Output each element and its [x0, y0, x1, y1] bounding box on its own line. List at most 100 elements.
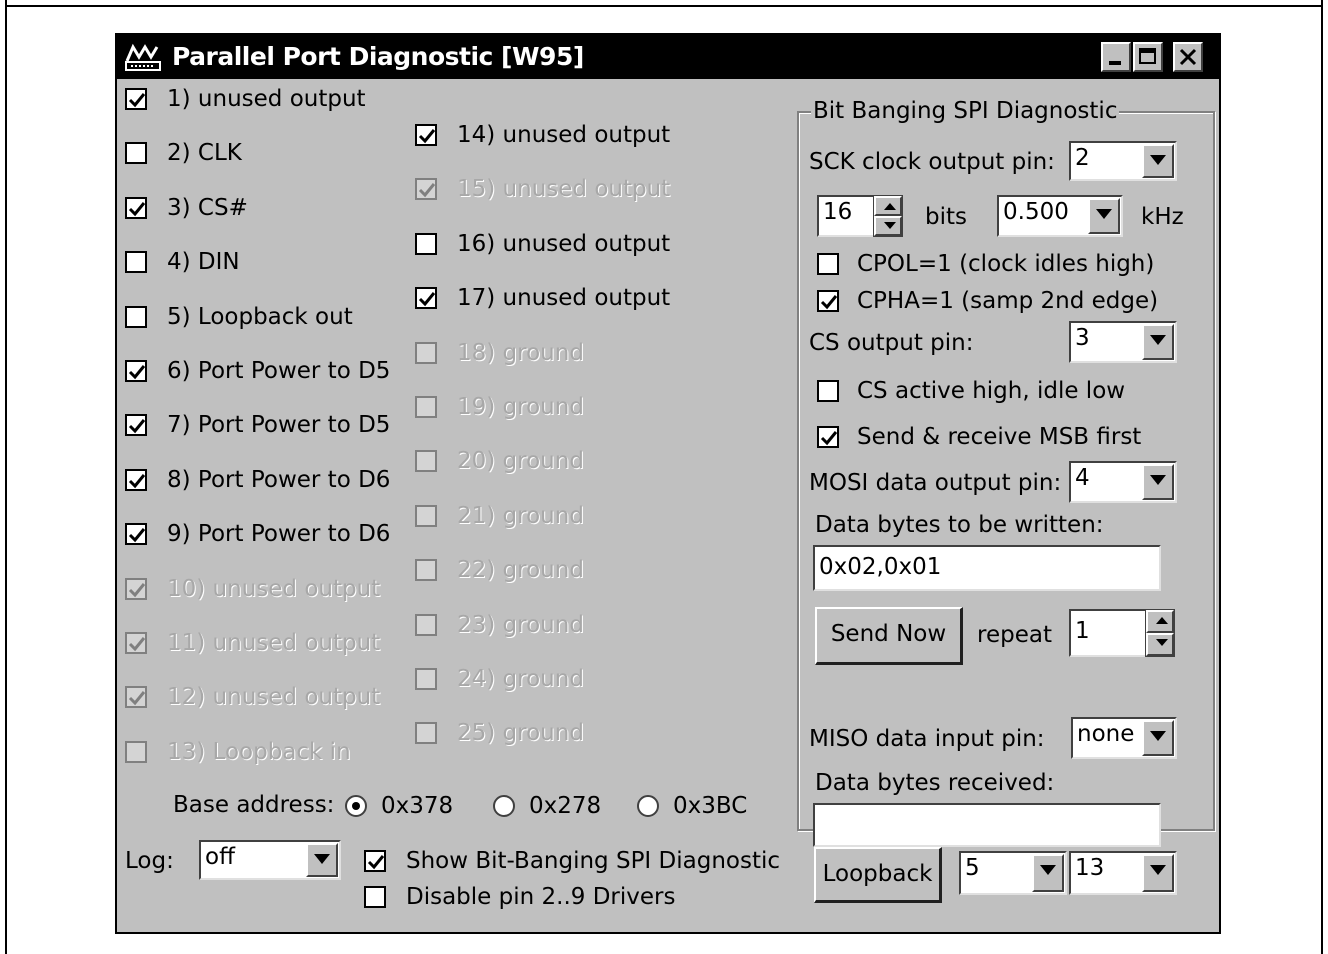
base-address-label: Base address:	[173, 792, 335, 818]
received-label: Data bytes received:	[815, 770, 1055, 796]
dropdown-button[interactable]	[1088, 198, 1120, 234]
title-bar[interactable]: Parallel Port Diagnostic [W95]	[117, 35, 1219, 79]
checkbox-box	[125, 632, 147, 654]
checkbox-box	[817, 426, 839, 448]
checkbox-box	[415, 287, 437, 310]
repeat-spinner[interactable]	[1145, 609, 1175, 657]
checkmark-icon	[128, 582, 146, 597]
checkbox-box	[125, 88, 147, 110]
close-icon	[1179, 48, 1197, 66]
checkmark-icon	[820, 431, 838, 446]
spi-diagnostic-group: Bit Banging SPI Diagnostic SCK clock out…	[797, 97, 1215, 847]
checkbox-box	[415, 668, 437, 690]
loopback-in-select[interactable]: 13	[1069, 851, 1177, 895]
bits-spinner[interactable]	[873, 195, 903, 237]
send-now-button[interactable]: Send Now	[815, 607, 963, 665]
spin-down-button[interactable]	[874, 216, 902, 236]
checkmark-icon	[418, 129, 436, 144]
checkbox-box	[125, 577, 147, 600]
chevron-down-icon	[1150, 865, 1166, 875]
dropdown-button[interactable]	[306, 843, 338, 877]
checkbox-box	[125, 414, 147, 437]
loopback-out-select[interactable]: 5	[959, 851, 1067, 895]
checkbox-box	[125, 305, 147, 328]
dropdown-button[interactable]	[1142, 854, 1174, 892]
checkbox-box	[364, 850, 386, 872]
checkbox-box	[415, 613, 437, 636]
radio-dot-icon	[637, 795, 659, 817]
dropdown-button[interactable]	[1032, 854, 1064, 892]
checkmark-icon	[367, 855, 385, 870]
checkbox-box	[415, 124, 437, 146]
checkbox-box	[817, 253, 839, 275]
checkbox-box	[125, 523, 147, 546]
checkbox-box	[415, 232, 437, 255]
checkmark-icon	[820, 295, 838, 310]
arrow-up-icon	[884, 203, 896, 210]
write-input[interactable]: 0x02,0x01	[813, 545, 1161, 591]
checkbox-box	[817, 380, 839, 402]
dropdown-button[interactable]	[1142, 464, 1174, 500]
received-output[interactable]	[813, 803, 1161, 847]
repeat-label: repeat	[977, 622, 1052, 648]
mosi-label: MOSI data output pin:	[809, 470, 1062, 496]
app-window: Parallel Port Diagnostic [W95] 1) unused…	[115, 33, 1221, 934]
spin-up-button[interactable]	[874, 196, 902, 216]
dropdown-button[interactable]	[1142, 324, 1174, 360]
frequency-select[interactable]: 0.500	[997, 195, 1123, 237]
app-logo-icon	[125, 43, 161, 71]
checkbox-box	[125, 251, 147, 274]
spin-down-button[interactable]	[1146, 633, 1174, 656]
sck-select[interactable]: 2	[1069, 141, 1177, 181]
log-label: Log:	[125, 848, 174, 874]
checkbox-box	[125, 686, 147, 709]
chevron-down-icon	[1150, 335, 1166, 345]
chevron-down-icon	[314, 854, 330, 864]
checkbox-box	[125, 360, 147, 382]
checkbox-box	[364, 886, 386, 908]
chevron-down-icon	[1096, 209, 1112, 219]
window-title: Parallel Port Diagnostic [W95]	[172, 42, 584, 71]
checkmark-icon	[128, 528, 146, 543]
arrow-down-icon	[1156, 639, 1168, 646]
checkmark-icon	[128, 691, 146, 706]
sck-label: SCK clock output pin:	[809, 149, 1055, 175]
dropdown-button[interactable]	[1142, 144, 1174, 178]
chevron-down-icon	[1150, 155, 1166, 165]
checkmark-icon	[418, 183, 436, 198]
chevron-down-icon	[1040, 865, 1056, 875]
cs-label: CS output pin:	[809, 330, 974, 356]
checkbox-box	[415, 504, 437, 527]
figure-border-top	[5, 5, 1323, 7]
maximize-icon	[1139, 48, 1156, 64]
minimize-button[interactable]	[1101, 42, 1131, 72]
figure-border-left	[5, 0, 7, 954]
close-button[interactable]	[1173, 42, 1203, 72]
spi-group-title: Bit Banging SPI Diagnostic	[811, 97, 1120, 125]
checkbox-box	[125, 142, 147, 165]
frequency-unit: kHz	[1141, 204, 1184, 230]
checkbox-box	[817, 290, 839, 312]
miso-label: MISO data input pin:	[809, 726, 1045, 752]
checkbox-box	[125, 740, 147, 763]
repeat-input[interactable]: 1	[1069, 609, 1147, 657]
checkbox-box	[415, 341, 437, 364]
checkmark-icon	[128, 93, 146, 108]
checkmark-icon	[128, 201, 146, 217]
maximize-button[interactable]	[1133, 42, 1163, 72]
minimize-icon	[1109, 61, 1121, 65]
cs-select[interactable]: 3	[1069, 321, 1177, 363]
checkbox-box	[125, 196, 147, 219]
loopback-button[interactable]: Loopback	[814, 847, 942, 903]
mosi-select[interactable]: 4	[1069, 461, 1177, 503]
checkmark-icon	[418, 292, 436, 307]
log-select[interactable]: off	[199, 840, 341, 880]
checkmark-icon	[128, 473, 146, 489]
checkbox-box	[415, 559, 437, 582]
bits-input[interactable]: 16	[817, 195, 875, 237]
miso-select[interactable]: none	[1071, 717, 1177, 759]
dropdown-button[interactable]	[1142, 720, 1174, 756]
spin-up-button[interactable]	[1146, 610, 1174, 633]
checkmark-icon	[128, 637, 146, 652]
checkbox-box	[415, 178, 437, 201]
